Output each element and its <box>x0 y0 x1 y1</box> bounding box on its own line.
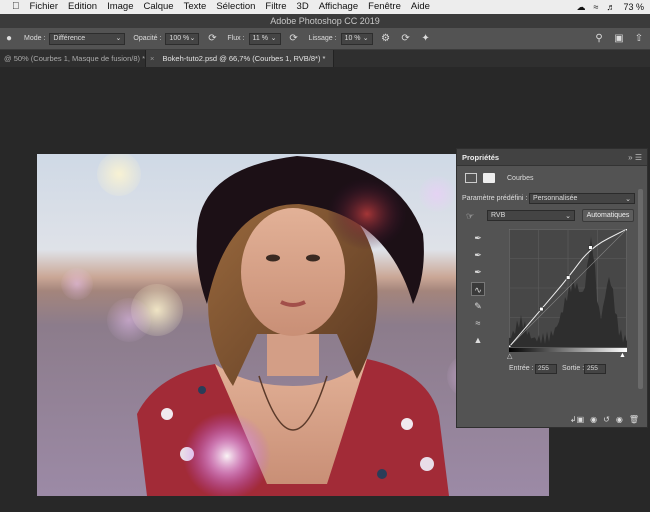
visibility-eye-icon[interactable]: ◉ <box>616 415 623 424</box>
white-point-eyedropper-icon[interactable]: ✒ <box>471 265 485 279</box>
opacity-value: 100 % <box>169 34 190 42</box>
reset-icon[interactable]: ↺ <box>603 415 610 424</box>
menu-filtre[interactable]: Filtre <box>260 0 291 14</box>
flow-value: 11 % <box>252 34 268 42</box>
channel-select[interactable]: RVB ⌄ <box>487 210 575 221</box>
tab-label: Bokeh-tuto2.psd @ 66,7% (Courbes 1, RVB/… <box>162 54 326 63</box>
adjustment-row: Courbes <box>465 173 533 183</box>
chevron-down-icon: ⌄ <box>270 34 277 42</box>
wifi-icon[interactable]: ≈ <box>594 2 599 12</box>
properties-title: Propriétés <box>462 152 500 162</box>
mode-select[interactable]: Différence ⌄ <box>49 32 126 45</box>
preset-select[interactable]: Personnalisée ⌄ <box>529 193 635 204</box>
clipping-warning-icon[interactable]: ▲ <box>471 333 485 347</box>
curve-point[interactable] <box>509 344 512 347</box>
pencil-draw-icon[interactable]: ✎ <box>471 299 485 313</box>
auto-button[interactable]: Automatiques <box>582 209 634 222</box>
flow-field[interactable]: 11 % ⌄ <box>248 32 281 45</box>
menu-selection[interactable]: Sélection <box>211 0 260 14</box>
gear-icon[interactable]: ⚙ <box>379 32 393 46</box>
mode-label: Mode : <box>24 35 46 42</box>
gray-point-eyedropper-icon[interactable]: ✒ <box>471 248 485 262</box>
properties-panel: Propriétés » ☰ Courbes Paramètre prédéfi… <box>456 148 648 428</box>
search-icon[interactable]: ⚲ <box>592 32 606 46</box>
tab-label: @ 50% (Courbes 1, Masque de fusion/8) * <box>4 54 146 63</box>
share-icon[interactable]: ⇧ <box>632 32 646 46</box>
options-bar: ● Mode : Différence ⌄ Opacité : 100 % ⌄ … <box>0 28 650 50</box>
input-gradient-bar <box>509 348 627 352</box>
apple-icon[interactable]:  <box>0 0 25 14</box>
menu-fichier[interactable]: Fichier <box>25 0 64 14</box>
smooth-curve-icon[interactable]: ≈ <box>471 316 485 330</box>
menu-fenetre[interactable]: Fenêtre <box>363 0 406 14</box>
menu-calque[interactable]: Calque <box>138 0 178 14</box>
properties-footer: ↲▣ ◉ ↺ ◉ 🗑 <box>457 411 647 427</box>
curves-adjustment-icon[interactable] <box>465 173 477 183</box>
chevron-down-icon: ⌄ <box>189 34 196 42</box>
airbrush-icon[interactable]: ⟳ <box>287 32 301 46</box>
clip-to-layer-icon[interactable]: ↲▣ <box>570 415 584 424</box>
menu-aide[interactable]: Aide <box>406 0 435 14</box>
smoothing-value: 10 % <box>344 34 361 42</box>
menu-affichage[interactable]: Affichage <box>314 0 363 14</box>
input-field[interactable]: 255 <box>535 364 557 374</box>
tab-bokeh-tuto2[interactable]: × Bokeh-tuto2.psd @ 66,7% (Courbes 1, RV… <box>146 50 335 67</box>
menu-edition[interactable]: Edition <box>63 0 102 14</box>
opacity-field[interactable]: 100 % ⌄ <box>165 32 200 45</box>
smoothing-label: Lissage : <box>308 35 337 42</box>
properties-header: Propriétés » ☰ <box>457 149 647 166</box>
menu-bar:  Fichier Edition Image Calque Texte Sél… <box>0 0 650 14</box>
curve-point[interactable] <box>624 229 627 232</box>
panel-menu-icon[interactable]: » ☰ <box>628 153 642 162</box>
curve-point[interactable] <box>539 307 544 312</box>
brush-tool-icon[interactable]: ● <box>2 32 16 46</box>
menu-image[interactable]: Image <box>102 0 138 14</box>
chevron-down-icon: ⌄ <box>115 34 122 42</box>
opacity-label: Opacité : <box>133 35 162 42</box>
creative-cloud-icon[interactable]: ☁ <box>577 2 586 13</box>
symmetry-icon[interactable]: ✦ <box>419 32 433 46</box>
menu-texte[interactable]: Texte <box>179 0 212 14</box>
battery-percent: 73 % <box>623 2 644 12</box>
white-slider-icon[interactable]: ▲ <box>619 352 626 359</box>
preset-label: Paramètre prédéfini : <box>462 195 528 202</box>
layer-type-label: Courbes <box>507 174 534 182</box>
document-tabs: @ 50% (Courbes 1, Masque de fusion/8) * … <box>0 50 650 67</box>
trash-icon[interactable]: 🗑 <box>629 415 639 424</box>
curve-points-icon[interactable]: ∿ <box>471 282 485 296</box>
workspace: Propriétés » ☰ Courbes Paramètre prédéfi… <box>0 67 650 512</box>
curves-graph[interactable] <box>509 229 627 347</box>
chevron-down-icon: ⌄ <box>565 212 571 220</box>
layer-mask-icon[interactable] <box>483 173 495 183</box>
input-label: Entrée : <box>509 365 534 372</box>
panel-scrollbar[interactable] <box>638 189 643 389</box>
chevron-down-icon: ⌄ <box>625 195 631 203</box>
black-point-eyedropper-icon[interactable]: ✒ <box>471 231 485 245</box>
pressure-opacity-icon[interactable]: ⟳ <box>205 32 219 46</box>
menu-3d[interactable]: 3D <box>292 0 314 14</box>
curve-point[interactable] <box>588 245 593 250</box>
output-label: Sortie : <box>562 365 585 372</box>
channel-value: RVB <box>491 212 506 219</box>
curve-point[interactable] <box>566 275 571 280</box>
workspace-icon[interactable]: ▣ <box>612 32 626 46</box>
output-field[interactable]: 255 <box>584 364 606 374</box>
smoothing-field[interactable]: 10 % ⌄ <box>340 32 373 45</box>
window-title: Adobe Photoshop CC 2019 <box>0 14 650 28</box>
flow-label: Flux : <box>227 35 245 42</box>
volume-icon[interactable]: ♬ <box>606 2 615 12</box>
close-icon[interactable]: × <box>150 54 154 63</box>
target-adjust-icon[interactable]: ☞ <box>463 209 477 223</box>
mode-value: Différence <box>53 34 86 42</box>
chevron-down-icon: ⌄ <box>362 34 369 42</box>
tab-courbes-mask[interactable]: @ 50% (Courbes 1, Masque de fusion/8) * <box>0 50 146 67</box>
black-slider-icon[interactable]: △ <box>507 352 512 360</box>
pressure-size-icon[interactable]: ⟳ <box>399 32 413 46</box>
preset-value: Personnalisée <box>533 195 578 202</box>
view-previous-icon[interactable]: ◉ <box>590 415 597 424</box>
